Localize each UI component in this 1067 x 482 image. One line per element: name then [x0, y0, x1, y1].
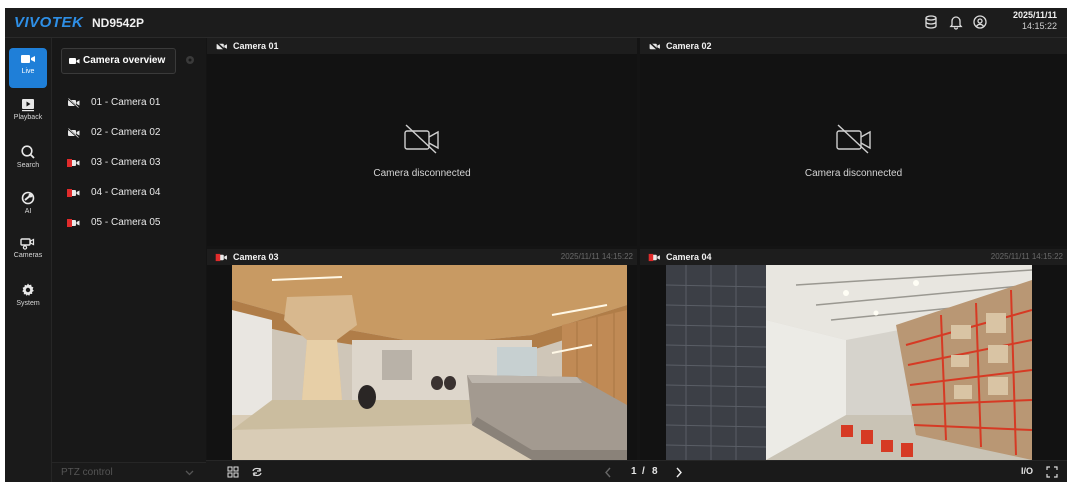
warehouse-video-feed [666, 265, 1032, 460]
nav-system[interactable]: System [9, 278, 47, 318]
gear-icon [22, 283, 34, 296]
camera-disconnected-icon [67, 98, 80, 108]
nav-ai-label: AI [24, 208, 32, 215]
io-button[interactable]: I/O [1021, 466, 1033, 476]
nav-ai[interactable]: AI [9, 186, 47, 226]
nav-cameras-label: Cameras [13, 252, 43, 259]
nav-search-label: Search [16, 162, 40, 169]
camera-list-panel: Camera overview 01 - Camera 01 02 - Came… [52, 38, 206, 482]
tile-timestamp: 2025/11/11 14:15:22 [560, 252, 633, 261]
camera-list-label: 05 - Camera 05 [91, 217, 161, 228]
video-tile-camera-04[interactable]: Camera 04 2025/11/11 14:15:22 [640, 249, 1067, 460]
camera-off-icon [835, 124, 871, 154]
nav-live[interactable]: Live [9, 48, 47, 88]
gear-icon[interactable] [185, 55, 195, 65]
clock: 2025/11/11 14:15:22 [1013, 10, 1057, 32]
cameras-icon [20, 238, 35, 250]
nav-playback-label: Playback [13, 114, 43, 121]
camera-list-label: 01 - Camera 01 [91, 97, 161, 108]
brand-logo: VIVOTEK [14, 14, 84, 31]
main-nav-rail: Live Playback Search AI Cameras System [5, 38, 52, 482]
time-text: 14:15:22 [1021, 21, 1057, 31]
nav-cameras[interactable]: Cameras [9, 232, 47, 272]
tile-header: Camera 02 [640, 38, 1067, 54]
camera-recording-icon [67, 159, 80, 167]
nav-search[interactable]: Search [9, 140, 47, 180]
tile-header: Camera 01 [207, 38, 637, 54]
page-total: 8 [652, 466, 658, 477]
disconnected-text: Camera disconnected [373, 168, 471, 179]
camera-recording-icon [67, 189, 80, 197]
camera-recording-icon [215, 253, 227, 262]
camera-recording-icon [648, 253, 660, 262]
tile-camera-name: Camera 03 [233, 252, 279, 262]
device-model: ND9542P [92, 16, 145, 30]
video-tile-camera-03[interactable]: Camera 03 2025/11/11 14:15:22 [207, 249, 637, 460]
chevron-left-icon[interactable] [604, 467, 612, 478]
chevron-right-icon[interactable] [675, 467, 683, 478]
video-camera-icon [21, 55, 35, 63]
video-camera-icon [69, 58, 80, 64]
lobby-video-feed [232, 265, 627, 460]
date-text: 2025/11/11 [1012, 10, 1057, 20]
app-window: VIVOTEK ND9542P 2025/11/11 14:15:22 Live [5, 8, 1067, 482]
ptz-control-label: PTZ control [61, 467, 113, 478]
tile-camera-name: Camera 01 [233, 41, 279, 51]
chevron-down-icon [185, 470, 194, 476]
camera-overview-button[interactable]: Camera overview [61, 48, 176, 74]
camera-list-label: 03 - Camera 03 [91, 157, 161, 168]
video-tile-camera-01[interactable]: Camera 01 Camera disconnected [207, 38, 637, 246]
camera-disconnected-icon [67, 128, 80, 138]
page-separator: / [642, 466, 645, 477]
nav-live-label: Live [21, 68, 35, 75]
playback-icon [22, 99, 34, 112]
tile-header: Camera 03 2025/11/11 14:15:22 [207, 249, 637, 265]
ptz-control-dropdown[interactable]: PTZ control [52, 462, 206, 482]
search-icon [21, 145, 35, 159]
tile-camera-name: Camera 02 [666, 41, 712, 51]
camera-list-label: 04 - Camera 04 [91, 187, 161, 198]
ai-icon [21, 191, 35, 205]
disconnected-text: Camera disconnected [804, 168, 903, 179]
camera-disconnected-icon [216, 42, 227, 51]
tile-camera-name: Camera 04 [666, 252, 712, 262]
bell-icon[interactable] [948, 14, 964, 30]
nav-system-label: System [16, 300, 40, 307]
camera-overview-label: Camera overview [83, 55, 166, 66]
camera-disconnected-icon [649, 42, 660, 51]
page-current: 1 [631, 466, 637, 477]
tile-timestamp: 2025/11/11 14:15:22 [990, 252, 1063, 261]
sequence-rotate-icon[interactable] [251, 466, 263, 478]
nav-playback[interactable]: Playback [9, 94, 47, 134]
disconnected-message: Camera disconnected [207, 122, 637, 179]
disconnected-message: Camera disconnected [640, 122, 1067, 179]
camera-recording-icon [67, 219, 80, 227]
camera-list-label: 02 - Camera 02 [91, 127, 161, 138]
fullscreen-icon[interactable] [1046, 466, 1058, 478]
video-tile-camera-02[interactable]: Camera 02 Camera disconnected [640, 38, 1067, 246]
tile-header: Camera 04 2025/11/11 14:15:22 [640, 249, 1067, 265]
bottom-toolbar: 1 / 8 I/O [206, 460, 1067, 482]
user-account-icon[interactable] [972, 14, 988, 30]
storage-icon[interactable] [923, 14, 939, 30]
grid-layout-icon[interactable] [227, 466, 239, 478]
top-bar: VIVOTEK ND9542P 2025/11/11 14:15:22 [5, 8, 1067, 38]
camera-off-icon [404, 124, 439, 154]
